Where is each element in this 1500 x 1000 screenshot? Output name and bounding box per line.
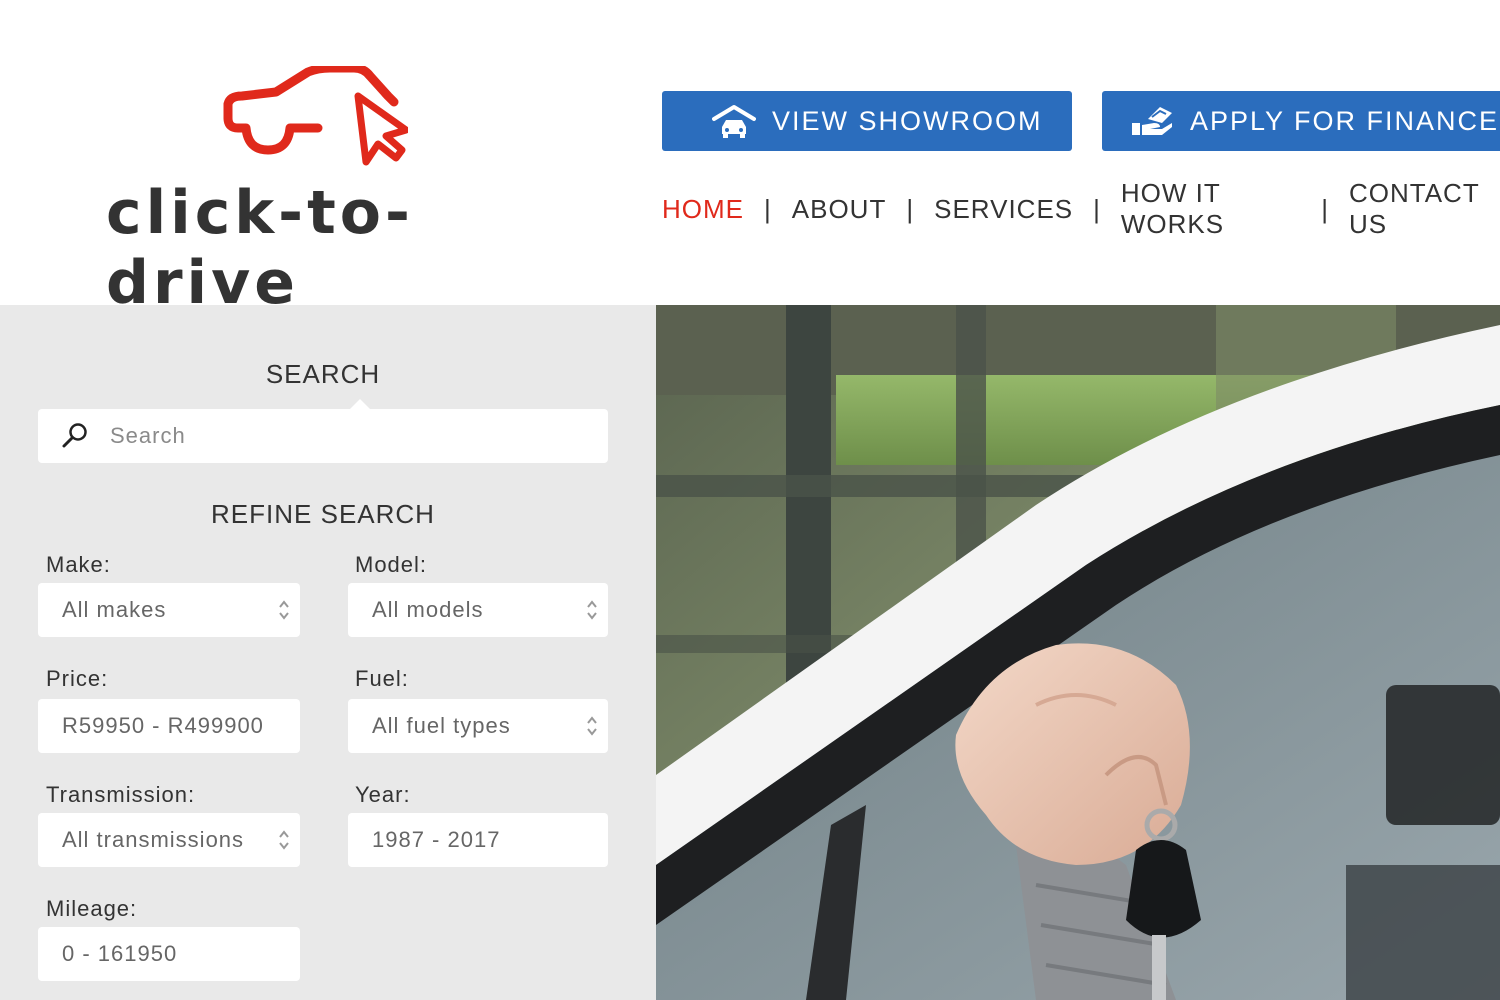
nav-home[interactable]: HOME — [662, 194, 744, 225]
hero-photo-illustration — [656, 305, 1500, 1000]
search-input[interactable] — [110, 423, 570, 449]
main-nav: HOME | ABOUT | SERVICES | HOW IT WORKS |… — [662, 178, 1500, 240]
price-label: Price: — [46, 666, 109, 691]
nav-separator: | — [1321, 193, 1329, 224]
transmission-select[interactable]: All transmissions — [38, 813, 300, 867]
price-range-field[interactable]: R59950 - R499900 — [38, 699, 300, 753]
select-arrows-icon — [279, 830, 289, 850]
model-value: All models — [372, 597, 484, 622]
search-heading: SEARCH — [265, 359, 381, 389]
refine-search-heading: REFINE SEARCH — [211, 499, 435, 529]
search-caret — [350, 399, 370, 409]
select-arrows-icon — [587, 600, 597, 620]
nav-contact-us[interactable]: CONTACT US — [1349, 178, 1500, 240]
search-panel: SEARCH REFINE SEARCH Make: All makes Mod… — [0, 305, 656, 1000]
nav-separator: | — [764, 193, 772, 224]
nav-services[interactable]: SERVICES — [934, 194, 1073, 225]
nav-separator: | — [1093, 193, 1101, 224]
fuel-label: Fuel: — [355, 666, 409, 691]
mileage-range-field[interactable]: 0 - 161950 — [38, 927, 300, 981]
price-value: R59950 - R499900 — [62, 713, 264, 738]
nav-how-it-works[interactable]: HOW IT WORKS — [1121, 178, 1301, 240]
view-showroom-label: VIEW SHOWROOM — [772, 105, 1043, 136]
mileage-label: Mileage: — [46, 896, 138, 921]
model-label: Model: — [355, 552, 428, 577]
nav-about[interactable]: ABOUT — [792, 194, 887, 225]
apply-for-finance-label: APPLY FOR FINANCE — [1190, 105, 1500, 136]
year-value: 1987 - 2017 — [372, 827, 501, 852]
make-label: Make: — [46, 552, 111, 577]
search-icon — [62, 423, 87, 448]
transmission-label: Transmission: — [46, 782, 196, 807]
search-box[interactable] — [38, 399, 608, 463]
make-select[interactable]: All makes — [38, 583, 300, 637]
make-value: All makes — [62, 597, 167, 622]
showroom-icon — [712, 101, 756, 141]
site-logo[interactable]: click-to-drive — [100, 60, 560, 318]
year-range-field[interactable]: 1987 - 2017 — [348, 813, 608, 867]
hero-image — [656, 305, 1500, 1000]
model-select[interactable]: All models — [348, 583, 608, 637]
mileage-value: 0 - 161950 — [62, 941, 178, 966]
apply-for-finance-button[interactable]: APPLY FOR FINANCE — [1102, 91, 1500, 151]
logo-wordmark: click-to-drive — [106, 178, 414, 318]
car-cursor-logo-icon — [223, 66, 408, 166]
finance-icon — [1130, 101, 1174, 141]
select-arrows-icon — [279, 600, 289, 620]
select-arrows-icon — [587, 716, 597, 736]
year-label: Year: — [355, 782, 411, 807]
transmission-value: All transmissions — [62, 827, 245, 852]
nav-separator: | — [906, 193, 915, 224]
fuel-value: All fuel types — [372, 713, 511, 738]
site-header: click-to-drive VIEW SHOWROOM APPLY FOR F — [0, 0, 1500, 318]
view-showroom-button[interactable]: VIEW SHOWROOM — [662, 91, 1072, 151]
fuel-select[interactable]: All fuel types — [348, 699, 608, 753]
